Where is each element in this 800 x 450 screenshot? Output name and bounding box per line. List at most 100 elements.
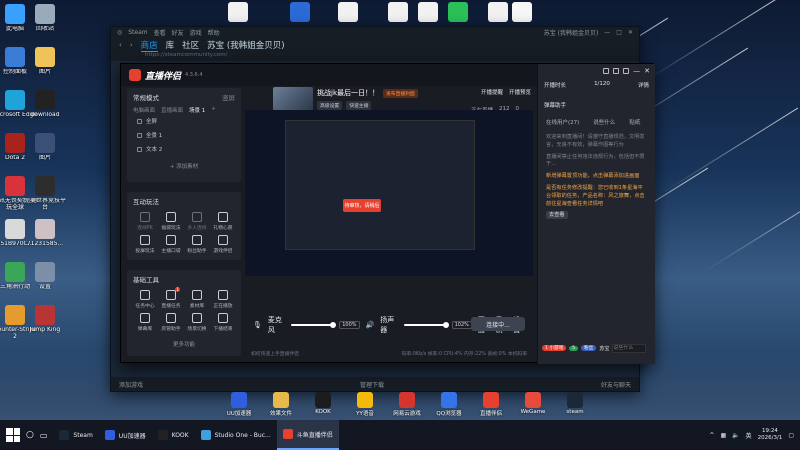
checkbox-icon[interactable] — [137, 146, 142, 152]
network-icon[interactable]: ▦ — [720, 432, 726, 439]
tab-pc-screen[interactable]: 电脑画面 — [133, 106, 155, 114]
desktop-icon[interactable] — [277, 2, 323, 22]
quick-stream-chip[interactable]: 快速主播 — [346, 101, 372, 110]
tab-community[interactable]: 社区 — [182, 39, 199, 51]
headset-icon[interactable] — [613, 68, 620, 74]
tool-button[interactable]: 场景切换 — [185, 313, 209, 332]
go-live-button[interactable]: 连接中... — [471, 317, 525, 331]
source-item[interactable]: 文本 2 — [127, 142, 241, 156]
stream-preview[interactable]: 待审核，请稍后 — [245, 110, 533, 276]
add-scene-icon[interactable]: + — [211, 106, 216, 114]
search-icon[interactable]: ○ — [26, 430, 34, 440]
tab-say-something[interactable]: 说些什么 — [593, 118, 615, 126]
live-preview-button[interactable]: 开播预览 — [509, 88, 531, 96]
minimize-icon[interactable]: — — [633, 67, 640, 75]
advanced-settings-chip[interactable]: 高级设置 — [317, 101, 343, 110]
mode-select[interactable]: 常规模式 — [133, 92, 159, 102]
steam-user-name[interactable]: 苏宝 (我韩姐金贝贝) — [544, 28, 599, 37]
tool-button[interactable]: 礼物心愿 — [211, 212, 235, 231]
back-icon[interactable]: ‹ — [119, 41, 122, 49]
desktop-icon[interactable]: YY语音 — [348, 392, 382, 417]
tool-button[interactable]: 连线PK — [133, 212, 157, 231]
volume-icon[interactable]: 🔈 — [732, 432, 739, 439]
desktop-icon[interactable]: 完美世界竞技平台 — [22, 176, 68, 212]
desktop-icon[interactable] — [215, 2, 261, 22]
desktop-icon[interactable]: 图片 — [22, 133, 68, 162]
minimize-icon[interactable]: — — [604, 29, 610, 36]
cover-tag[interactable]: 发布直播封面 — [383, 88, 418, 98]
desktop-icon[interactable]: 设置 — [22, 262, 68, 291]
tool-button[interactable]: 下播结束 — [211, 313, 235, 332]
close-icon[interactable]: ✕ — [628, 29, 633, 36]
manage-downloads-button[interactable]: 管理下载 — [143, 380, 601, 389]
desktop-icon[interactable]: 效果文件 — [264, 392, 298, 417]
steam-menu-view[interactable]: 查看 — [154, 28, 166, 37]
tab-profile[interactable]: 苏宝 (我韩姐金贝贝) — [207, 39, 284, 51]
forward-icon[interactable]: › — [130, 41, 133, 49]
desktop-icon[interactable]: 71231585... — [22, 219, 68, 248]
tab-sticker[interactable]: 贴纸 — [629, 118, 640, 126]
mic-volume-value[interactable]: 100% — [339, 321, 360, 329]
task-view-icon[interactable]: ▭ — [40, 431, 48, 440]
maximize-icon[interactable]: □ — [616, 29, 622, 36]
mic-icon[interactable]: 🎙 — [253, 321, 262, 329]
tool-button[interactable]: 1 直播任务 — [159, 287, 183, 309]
tool-button[interactable]: 任务中心 — [133, 290, 157, 309]
tab-store[interactable]: 商店 — [140, 39, 158, 52]
stream-title[interactable]: 挑战jk最后一日！！ — [317, 88, 379, 98]
stream-app-window[interactable]: 直播伴侣 4.3.6.4 常规模式 竖屏 电脑画面 直播画面 场景 1 + 全屏… — [120, 63, 655, 364]
stream-cover-thumbnail[interactable] — [273, 87, 313, 111]
speaker-icon[interactable]: 🔊 — [366, 321, 375, 329]
taskbar-item[interactable]: Steam — [53, 420, 98, 450]
desktop-icon[interactable] — [499, 2, 545, 22]
start-button[interactable] — [6, 428, 20, 442]
tab-live-screen[interactable]: 直播画面 — [161, 106, 183, 114]
chat-input[interactable] — [612, 343, 647, 353]
desktop-icon[interactable] — [325, 2, 371, 22]
tool-button[interactable]: 弹幕库 — [133, 313, 157, 332]
tab-scene-1[interactable]: 场景 1 — [189, 106, 205, 114]
tool-button[interactable]: 粉丝助手 — [185, 235, 209, 254]
vertical-mode-toggle[interactable]: 竖屏 — [222, 92, 235, 102]
tab-online-users[interactable]: 在线用户(27) — [546, 118, 579, 126]
desktop-icon[interactable]: 网易云游戏 — [390, 392, 424, 417]
checkbox-icon[interactable] — [137, 118, 142, 124]
taskbar-item[interactable]: KOOK — [152, 420, 195, 450]
view-task-link[interactable]: 去查看 — [546, 211, 568, 220]
taskbar-item[interactable]: 斗鱼直播伴侣 — [276, 420, 339, 450]
desktop-icon[interactable]: 直播伴侣 — [474, 392, 508, 417]
desktop-icon[interactable]: WeGame — [516, 392, 550, 417]
checkbox-icon[interactable] — [137, 132, 142, 138]
speaker-volume-value[interactable]: 102% — [451, 321, 472, 329]
taskbar-item[interactable]: UU加速器 — [99, 420, 152, 450]
tool-button[interactable]: 正在播放 — [211, 290, 235, 309]
add-game-button[interactable]: 添加游戏 — [119, 380, 143, 389]
tool-button[interactable]: 福袋玩法 — [159, 212, 183, 231]
steam-menu-games[interactable]: 游戏 — [190, 28, 202, 37]
desktop-icon[interactable]: download — [22, 90, 68, 119]
clock[interactable]: 19:24 2026/3/1 — [758, 428, 783, 442]
source-item[interactable]: 全景 1 — [127, 128, 241, 142]
pending-review-button[interactable]: 待审核，请稍后 — [343, 199, 381, 212]
tool-button[interactable]: 素材库 — [185, 290, 209, 309]
desktop-icon[interactable]: 图片 — [22, 47, 68, 76]
ime-indicator[interactable]: 英 — [746, 431, 752, 440]
tool-button[interactable]: 投屏玩法 — [133, 235, 157, 254]
tool-button[interactable]: 房管助手 — [159, 313, 183, 332]
skin-icon[interactable] — [623, 68, 630, 74]
desktop-icon[interactable]: QQ浏览器 — [432, 392, 466, 417]
source-item[interactable]: 全屏 — [127, 114, 241, 128]
more-features-button[interactable]: 更多功能 — [127, 334, 241, 348]
steam-menu-help[interactable]: 帮助 — [208, 28, 220, 37]
add-source-button[interactable]: + 添加素材 — [127, 156, 241, 170]
notification-center-icon[interactable]: ▢ — [788, 432, 794, 439]
desktop-icon[interactable]: 回收站 — [22, 4, 68, 33]
tool-button[interactable]: 游戏伴侣 — [211, 235, 235, 254]
speaker-volume-slider[interactable] — [403, 322, 449, 328]
notification-icon[interactable] — [603, 68, 610, 74]
tray-expand-icon[interactable]: ^ — [709, 432, 714, 439]
desktop-icon[interactable]: KOOK — [306, 392, 340, 417]
quickstart-link[interactable]: 如何快速上手直播伴侣 — [251, 350, 299, 360]
taskbar-item[interactable]: Studio One - Buc... — [195, 420, 277, 450]
details-link[interactable]: 详情 — [638, 81, 649, 89]
